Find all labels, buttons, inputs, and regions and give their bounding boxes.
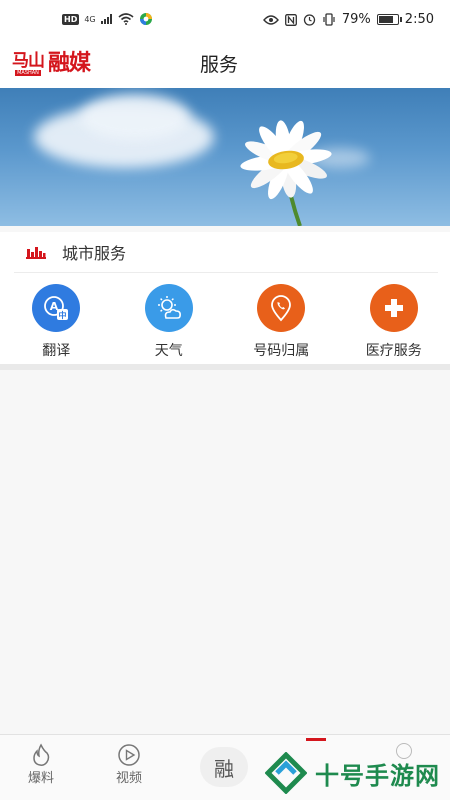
nfc-icon (284, 13, 297, 26)
flame-icon (33, 743, 50, 766)
page-title: 服务 (200, 54, 239, 76)
service-phone-location[interactable]: 号码归属 (225, 284, 338, 360)
section-header: 城市服务 (14, 232, 438, 273)
banner-image[interactable] (0, 88, 450, 226)
service-label: 号码归属 (253, 343, 310, 359)
battery-fill (378, 16, 393, 23)
logo-mashan: 马山 MASHAN (12, 51, 45, 76)
hd-badge: HD (62, 13, 80, 25)
status-right: 79% 2:50 (262, 12, 434, 27)
status-left: HD 4G (62, 12, 153, 26)
divider (0, 364, 450, 370)
eye-icon (262, 14, 279, 25)
service-label: 医疗服务 (365, 343, 422, 359)
service-label: 天气 (154, 343, 183, 359)
daisy-flower (240, 120, 332, 226)
active-indicator (306, 738, 326, 741)
phone-location-icon (257, 284, 306, 332)
medical-plus-icon (369, 284, 418, 332)
play-icon (118, 744, 140, 766)
city-skyline-icon (26, 245, 46, 259)
service-grid: A 中 翻译 天气 号码归属 医疗服务 (0, 284, 450, 360)
service-translate[interactable]: A 中 翻译 (0, 284, 113, 360)
clock: 2:50 (404, 12, 434, 27)
alarm-icon (303, 14, 316, 26)
vibrate-icon (323, 13, 335, 26)
network-type: 4G (84, 14, 96, 24)
service-weather[interactable]: 天气 (113, 284, 226, 360)
logo-small-subtext: MASHAN (15, 70, 41, 76)
service-label: 翻译 (42, 343, 71, 359)
translate-icon: A 中 (32, 284, 81, 332)
app-logo[interactable]: 马山 MASHAN 融媒 (12, 50, 91, 76)
section-title: 城市服务 (62, 244, 127, 263)
logo-rongmei: 融媒 (48, 50, 91, 76)
app-notification-icon (139, 13, 152, 25)
service-medical[interactable]: 医疗服务 (338, 284, 450, 360)
watermark: 十号手游网 (265, 752, 440, 794)
nav-center-button[interactable]: 融 (200, 747, 248, 787)
status-bar: HD 4G 79% 2:50 (0, 0, 450, 42)
weather-icon (144, 284, 193, 332)
watermark-text: 十号手游网 (315, 761, 440, 790)
logo-small-text: 马山 (12, 51, 45, 71)
nav-label: 爆料 (28, 771, 55, 786)
nav-item-video[interactable]: 视频 (116, 743, 142, 786)
battery-icon (376, 14, 402, 25)
nav-item-baoliao[interactable]: 爆料 (28, 743, 54, 786)
watermark-logo-icon (265, 752, 307, 794)
app-header: 马山 MASHAN 融媒 服务 (0, 42, 450, 88)
svg-text:中: 中 (59, 310, 67, 320)
battery-percent: 79% (341, 12, 371, 27)
wifi-icon (118, 13, 134, 25)
signal-icon (100, 14, 112, 24)
nav-label: 视频 (116, 771, 143, 786)
city-services-card: 城市服务 A 中 翻译 天气 号码归属 医疗服务 (0, 232, 450, 364)
